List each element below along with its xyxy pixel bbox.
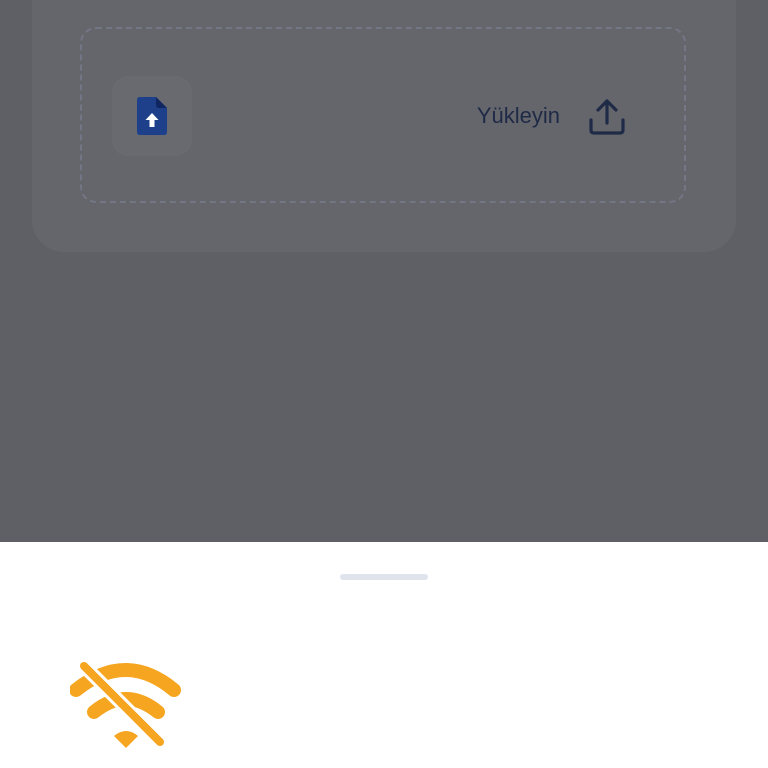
sheet-drag-handle[interactable] <box>340 574 428 580</box>
upload-icon[interactable] <box>588 98 626 136</box>
file-upload-icon <box>137 97 167 135</box>
upload-label[interactable]: Yükleyin <box>430 100 560 132</box>
file-thumbnail <box>112 76 192 156</box>
wifi-off-icon <box>70 659 181 749</box>
bottom-sheet <box>0 542 768 768</box>
dimmed-background-overlay[interactable]: Yükleyin <box>0 0 768 542</box>
